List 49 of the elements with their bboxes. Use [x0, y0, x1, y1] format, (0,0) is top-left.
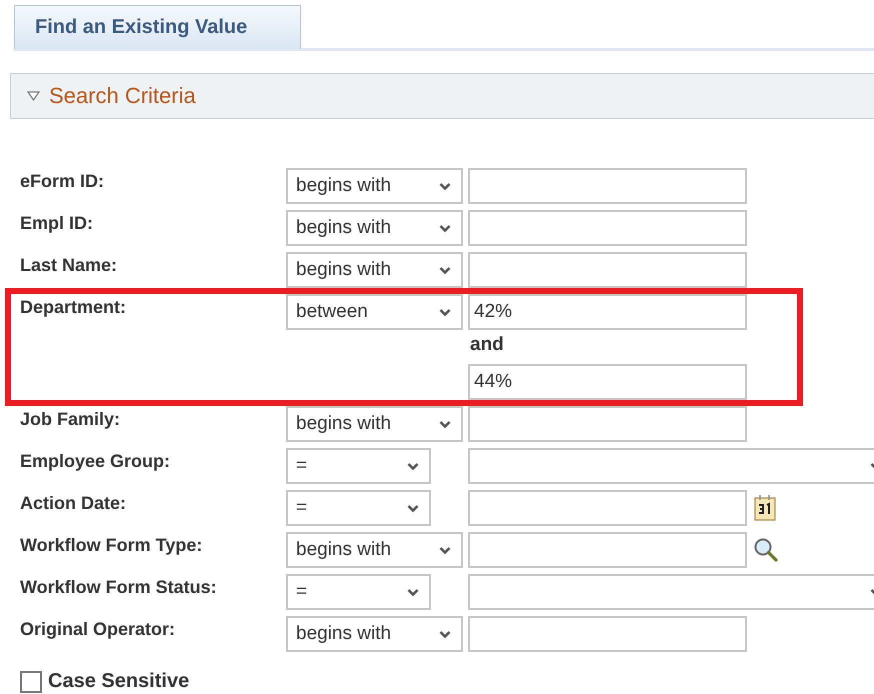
operator-dropdown[interactable]: = — [286, 490, 431, 526]
field-label: Workflow Form Status: — [20, 576, 218, 599]
section-header[interactable]: Search Criteria — [10, 73, 874, 119]
chevron-icon — [439, 224, 451, 232]
calendar-icon[interactable] — [753, 494, 777, 522]
operator-dropdown[interactable]: begins with — [286, 406, 463, 442]
value-dropdown[interactable] — [468, 448, 874, 484]
operator-dropdown[interactable]: begins with — [286, 616, 463, 652]
input-field[interactable]: 44% — [468, 364, 747, 400]
chevron-icon — [439, 182, 451, 190]
checkbox[interactable] — [20, 670, 42, 692]
input-field[interactable] — [468, 210, 747, 246]
chevron-icon — [407, 588, 419, 596]
field-label: Department: — [20, 296, 128, 319]
date-field[interactable] — [468, 490, 747, 526]
field-label: Employee Group: — [20, 450, 172, 473]
field-label: Original Operator: — [20, 618, 176, 641]
input-field[interactable] — [468, 168, 747, 204]
chevron-icon — [439, 308, 451, 316]
input-field[interactable] — [468, 616, 747, 652]
field-label: eForm ID: — [20, 170, 106, 193]
field-label: Workflow Form Type: — [20, 534, 204, 557]
checkbox-label: Case Sensitive — [48, 670, 190, 693]
field-label: Action Date: — [20, 492, 128, 515]
input-field[interactable] — [468, 252, 747, 288]
chevron-icon — [439, 266, 451, 274]
chevron-icon — [439, 630, 451, 638]
input-field[interactable] — [468, 406, 747, 442]
operator-dropdown[interactable]: begins with — [286, 532, 463, 568]
field-label: Last Name: — [20, 254, 118, 277]
chevron-icon — [407, 462, 419, 470]
operator-dropdown[interactable]: begins with — [286, 252, 463, 288]
value-dropdown[interactable] — [468, 574, 874, 610]
chevron-icon — [439, 420, 451, 428]
tab[interactable]: Find an Existing Value — [14, 5, 301, 49]
section-title: Search Criteria — [49, 83, 196, 109]
input-field[interactable]: 42% — [468, 294, 747, 330]
operator-dropdown[interactable]: begins with — [286, 210, 463, 246]
field-label: Job Family: — [20, 408, 122, 431]
chevron-icon — [439, 546, 451, 554]
search-icon[interactable] — [753, 537, 779, 563]
input-field[interactable] — [468, 532, 747, 568]
operator-dropdown[interactable]: begins with — [286, 168, 463, 204]
operator-dropdown[interactable]: = — [286, 448, 431, 484]
joiner-label: and — [469, 333, 505, 357]
chevron-icon — [407, 504, 419, 512]
operator-dropdown[interactable]: = — [286, 574, 431, 610]
field-label: Empl ID: — [20, 212, 94, 235]
operator-dropdown[interactable]: between — [286, 294, 463, 330]
